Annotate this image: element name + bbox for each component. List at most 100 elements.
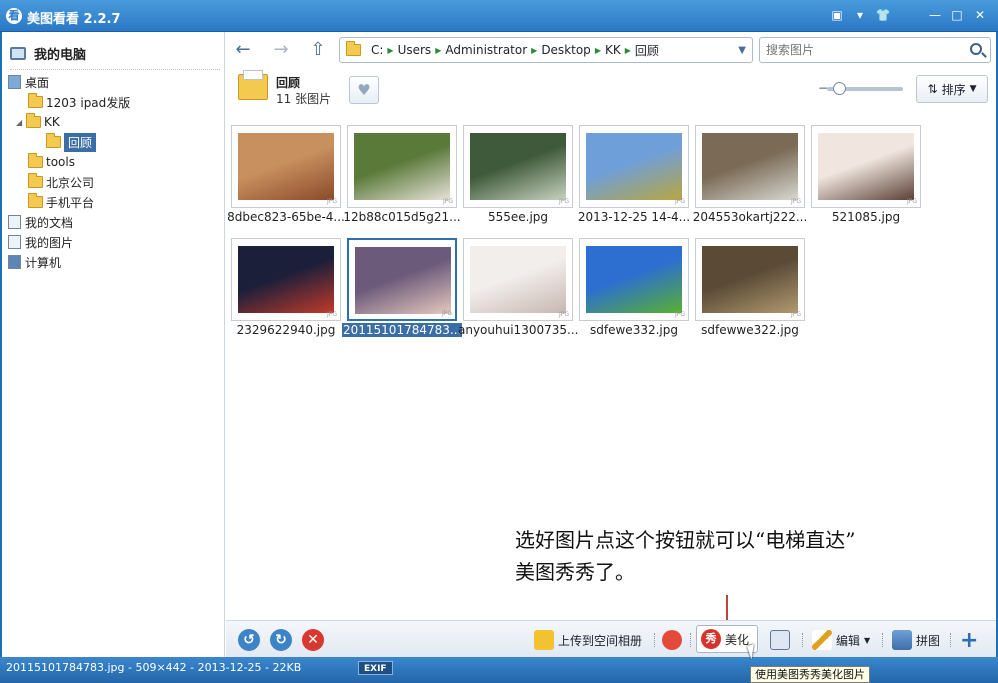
jpg-badge: JPG xyxy=(326,198,337,205)
sidebar-item-documents[interactable]: 我的文档 xyxy=(8,213,73,231)
add-icon[interactable]: + xyxy=(960,628,978,653)
bottom-toolbar: ↺ ↻ ✕ 上传到空间相册 秀 美化 编辑 ▼ 拼图 + xyxy=(226,620,996,657)
thumbnail-item[interactable]: JPG sdfewwe322.jpg xyxy=(695,238,805,337)
tutorial-annotation: 选好图片点这个按钮就可以“电梯直达” 美图秀秀了。 xyxy=(515,524,855,588)
thumbnail-item[interactable]: JPG 2329622940.jpg xyxy=(231,238,341,337)
slideshow-button[interactable] xyxy=(770,629,790,651)
zoom-slider-knob[interactable] xyxy=(832,82,846,95)
sidebar-item-label: 北京公司 xyxy=(46,175,95,190)
thumbnail-item[interactable]: JPG anyouhui1300735... xyxy=(458,238,578,337)
thumbnail-filename: 20115101784783... xyxy=(342,323,462,337)
thumbnail-item[interactable]: JPG 2013-12-25 14-4... xyxy=(578,125,690,224)
chevron-down-icon[interactable]: ▼ xyxy=(738,45,746,56)
thumbnail-filename: 2013-12-25 14-4... xyxy=(577,210,691,224)
expand-triangle-icon[interactable]: ◢ xyxy=(16,118,26,127)
jpg-badge: JPG xyxy=(326,311,337,318)
sidebar-item-desktop[interactable]: 桌面 xyxy=(8,73,49,91)
thumbnail-item[interactable]: JPG 521085.jpg xyxy=(811,125,921,224)
delete-icon[interactable]: ✕ xyxy=(302,629,324,651)
thumbnail-caption: 555ee.jpg xyxy=(458,210,578,224)
up-folder-icon[interactable]: ⇧ xyxy=(307,40,329,62)
thumbnail-item[interactable]: JPG 555ee.jpg xyxy=(463,125,573,224)
thumbnail-frame: JPG xyxy=(463,125,573,208)
upload-album-button[interactable]: 上传到空间相册 xyxy=(534,629,642,651)
thumbnail-caption: 2013-12-25 14-4... xyxy=(574,210,694,224)
thumbnail-item[interactable]: JPG 8dbec823-65be-4... xyxy=(227,125,345,224)
thumbnail-filename: sdfewwe322.jpg xyxy=(701,323,799,337)
feedback-icon[interactable]: ▣ xyxy=(829,8,845,22)
jpg-badge: JPG xyxy=(674,198,685,205)
breadcrumb-administrator[interactable]: Administrator xyxy=(445,43,527,57)
sidebar-item-kk[interactable]: ◢ KK xyxy=(16,113,60,131)
toolbar-separator xyxy=(802,633,803,647)
toolbar-separator xyxy=(950,633,951,647)
favorite-button[interactable]: ♥ xyxy=(349,76,379,104)
rotate-right-icon[interactable]: ↻ xyxy=(270,629,292,651)
file-info: 20115101784783.jpg - 509×442 - 2013-12-2… xyxy=(6,661,302,674)
jpg-badge: JPG xyxy=(790,311,801,318)
rotate-left-icon[interactable]: ↺ xyxy=(238,629,260,651)
chevron-right-icon: ▶ xyxy=(387,45,394,55)
thumbnail-filename: 555ee.jpg xyxy=(487,210,549,224)
sidebar-item-1203-ipad[interactable]: 1203 ipad发版 xyxy=(28,93,130,111)
exif-button[interactable]: EXIF xyxy=(358,661,393,675)
sidebar-header[interactable]: 我的电脑 xyxy=(10,43,86,63)
thumbnail-item[interactable]: JPG 204553okartj222... xyxy=(693,125,807,224)
thumbnail-filename: 521085.jpg xyxy=(831,210,901,224)
forward-arrow-icon[interactable]: → xyxy=(270,40,292,62)
current-folder-name: 回顾 xyxy=(276,76,301,90)
edit-pencil-icon xyxy=(812,630,832,650)
thumbnail-filename: anyouhui1300735... xyxy=(458,323,578,337)
slideshow-icon xyxy=(770,630,790,650)
skin-icon[interactable]: 👕 xyxy=(875,8,891,22)
current-folder-icon xyxy=(238,70,268,100)
documents-icon xyxy=(8,215,21,229)
edit-button[interactable]: 编辑 ▼ xyxy=(812,629,870,651)
minimize-icon[interactable]: — xyxy=(927,8,943,22)
sidebar-item-computer[interactable]: 计算机 xyxy=(8,253,61,271)
thumbnail-item[interactable]: JPG 12b88c015d5g21... xyxy=(343,125,461,224)
maximize-icon[interactable]: □ xyxy=(949,8,965,22)
sidebar-item-beijing[interactable]: 北京公司 xyxy=(28,173,94,191)
folder-icon xyxy=(28,173,43,188)
sort-button[interactable]: ⇅ 排序 ▼ xyxy=(916,75,988,103)
zoom-slider[interactable]: − xyxy=(818,81,903,95)
sidebar-item-pictures[interactable]: 我的图片 xyxy=(8,233,73,251)
thumbnail-frame: JPG xyxy=(347,125,457,208)
thumbnail-item[interactable]: JPG sdfewe332.jpg xyxy=(579,238,689,337)
sidebar-item-huigu[interactable]: 回顾 xyxy=(46,132,97,152)
folder-icon xyxy=(28,93,43,108)
upload-label: 上传到空间相册 xyxy=(558,633,643,648)
toolbar-separator xyxy=(882,633,883,647)
address-bar[interactable]: C: ▶ Users ▶ Administrator ▶ Desktop ▶ K… xyxy=(339,37,753,63)
edit-label: 编辑 xyxy=(836,633,861,648)
breadcrumb-c[interactable]: C: xyxy=(371,43,383,57)
breadcrumb-huigu[interactable]: 回顾 xyxy=(635,42,659,59)
sidebar-divider xyxy=(10,69,220,70)
sidebar-item-label: 计算机 xyxy=(25,255,62,270)
sidebar-item-mobile[interactable]: 手机平台 xyxy=(28,193,94,211)
thumbnail-caption: 12b88c015d5g21... xyxy=(342,210,462,224)
search-icon[interactable] xyxy=(970,43,982,55)
my-computer-icon xyxy=(10,46,26,60)
thumbnail-caption: anyouhui1300735... xyxy=(458,323,578,337)
jpg-badge: JPG xyxy=(674,311,685,318)
thumbnail-image xyxy=(470,246,566,313)
desktop-icon xyxy=(8,75,21,89)
weibo-button[interactable] xyxy=(662,629,682,651)
thumbnail-item[interactable]: JPG 20115101784783... xyxy=(342,238,462,337)
window-title: 美图看看 2.2.7 xyxy=(27,12,121,27)
collage-button[interactable]: 拼图 xyxy=(892,629,940,651)
close-icon[interactable]: ✕ xyxy=(972,8,988,22)
back-arrow-icon[interactable]: ← xyxy=(232,40,254,62)
app-logo-icon: 看 xyxy=(6,8,22,24)
menu-icon[interactable]: ▾ xyxy=(852,8,868,22)
chevron-right-icon: ▶ xyxy=(624,45,631,55)
breadcrumb-desktop[interactable]: Desktop xyxy=(541,43,591,57)
breadcrumb-users[interactable]: Users xyxy=(398,43,432,57)
sidebar-item-tools[interactable]: tools xyxy=(28,153,75,171)
beautify-tooltip: 使用美图秀秀美化图片 xyxy=(750,666,870,683)
thumbnail-frame: JPG xyxy=(695,238,805,321)
search-input[interactable] xyxy=(766,43,956,57)
breadcrumb-kk[interactable]: KK xyxy=(605,43,621,57)
